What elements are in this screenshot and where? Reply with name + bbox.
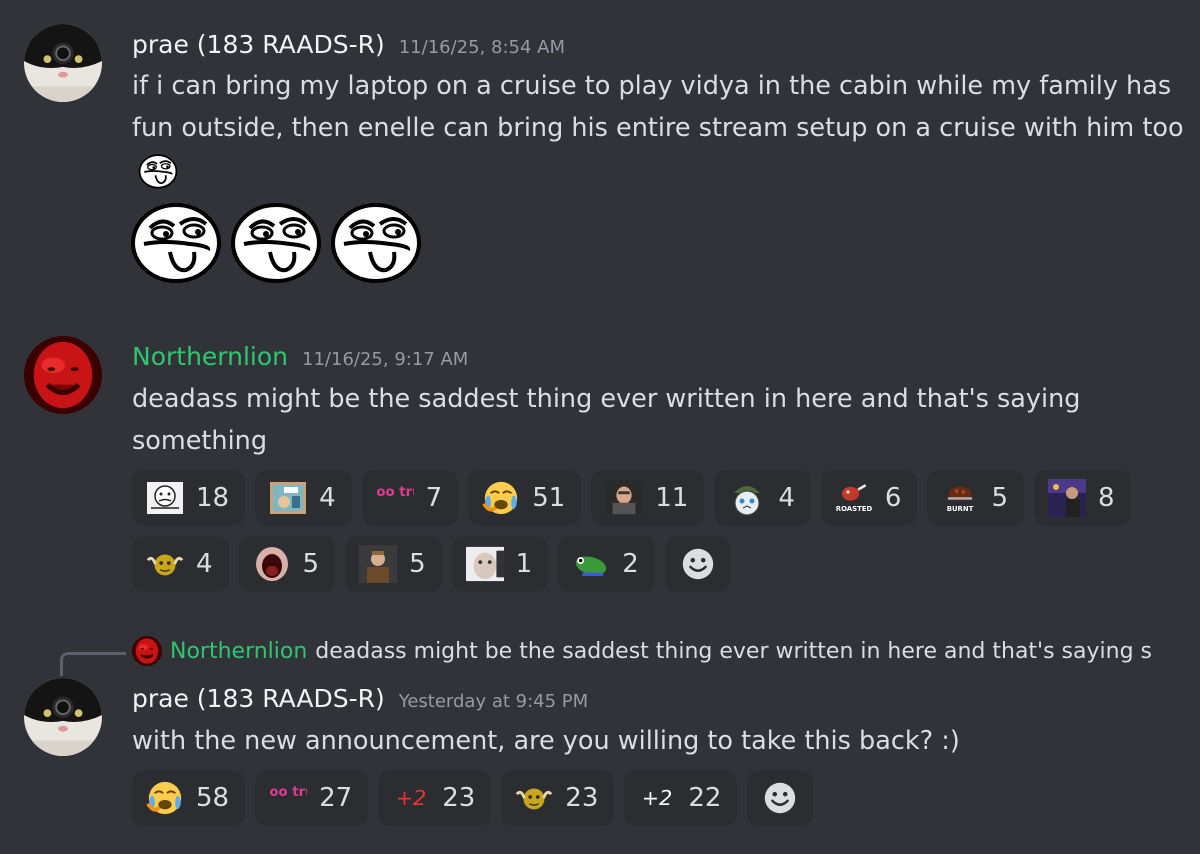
reaction-blurry-face[interactable]: 1	[451, 536, 549, 592]
user-avatar[interactable]	[24, 336, 102, 414]
reaction-sooo-true[interactable]: sooo true 7	[361, 470, 459, 526]
plus-two-red-emoji-icon: +2	[392, 779, 430, 817]
reaction-sooo-true[interactable]: sooo true 27	[255, 770, 369, 826]
reaction-count: 4	[778, 483, 795, 513]
man-portrait-emoji-icon	[359, 545, 398, 583]
reaction-man-portrait[interactable]: 5	[345, 536, 442, 592]
username[interactable]: prae (183 RAADS-R)	[132, 684, 385, 713]
message-text: deadass might be the saddest thing ever …	[132, 384, 1081, 456]
reaction-count: 5	[302, 549, 320, 579]
smug-face-emoji-icon[interactable]	[330, 200, 422, 284]
concert-photo-emoji-icon	[1048, 479, 1087, 517]
user-avatar[interactable]	[24, 678, 102, 756]
emoji-label: +2	[642, 786, 673, 810]
reaction-concert-photo[interactable]: 8	[1034, 470, 1131, 526]
plus-two-white-emoji-icon: +2	[638, 779, 676, 817]
reaction-count: 27	[319, 783, 353, 813]
reaction-count: 5	[409, 549, 426, 579]
reaction-count: 23	[565, 783, 599, 813]
roasted-meat-emoji-icon: ROASTED	[835, 479, 873, 517]
smug-face-emoji-icon[interactable]	[230, 200, 322, 284]
reaction-count: 7	[425, 483, 443, 513]
message-header: Northernlion 11/16/25, 9:17 AM	[132, 342, 468, 371]
frog-emoji-icon	[572, 545, 610, 583]
reaction-screaming-mouth[interactable]: 5	[238, 536, 336, 592]
reaction-count: 8	[1098, 483, 1115, 513]
reaction-roasted[interactable]: ROASTED 6	[820, 470, 918, 526]
reaction-crying-face[interactable]: 51	[468, 470, 582, 526]
reaction-count: 5	[991, 483, 1009, 513]
reaction-flexing-face[interactable]: 4	[132, 536, 229, 592]
reaction-frog[interactable]: 2	[558, 536, 655, 592]
message-content: if i can bring my laptop on a cruise to …	[132, 65, 1192, 191]
reaction-bar: 18 4 sooo true 7 51 11	[132, 470, 1192, 592]
reaction-count: 18	[196, 483, 230, 513]
reply-text[interactable]: deadass might be the saddest thing ever …	[315, 639, 1152, 664]
reaction-count: 1	[515, 549, 533, 579]
message-text: with the new announcement, are you willi…	[132, 726, 960, 756]
reaction-flexing-face[interactable]: 23	[501, 770, 615, 826]
screaming-mouth-emoji-icon	[253, 545, 291, 583]
reaction-count: 51	[532, 483, 566, 513]
add-reaction-button[interactable]	[664, 536, 731, 592]
timestamp[interactable]: Yesterday at 9:45 PM	[399, 691, 588, 712]
real-comic-emoji-icon	[269, 479, 307, 517]
message-text: if i can bring my laptop on a cruise to …	[132, 71, 1184, 143]
user-avatar[interactable]	[24, 24, 102, 102]
reaction-bar: 58 sooo true 27 +2 23 23 +2 22	[132, 770, 1192, 826]
streamer-face-emoji-icon	[605, 479, 644, 517]
reply-connector	[60, 652, 126, 676]
message-header: prae (183 RAADS-R) 11/16/25, 8:54 AM	[132, 30, 565, 59]
reaction-count: 23	[442, 783, 476, 813]
reaction-count: 11	[655, 483, 689, 513]
reaction-count: 22	[688, 783, 722, 813]
message-content: deadass might be the saddest thing ever …	[132, 378, 1132, 462]
blurry-face-emoji-icon	[465, 545, 504, 583]
smug-pepe-face-emoji-icon[interactable]	[136, 153, 180, 189]
reaction-count: 6	[884, 483, 902, 513]
add-reaction-smiley-icon	[761, 779, 799, 817]
reaction-count: 4	[196, 549, 213, 579]
burnt-turkey-emoji-icon: BURNT	[941, 479, 979, 517]
reply-reference[interactable]: Northernlion deadass might be the saddes…	[132, 636, 1187, 666]
reaction-rage-comic[interactable]: 18	[132, 470, 246, 526]
add-reaction-smiley-icon	[679, 545, 717, 583]
emoji-label: ROASTED	[836, 505, 873, 513]
reaction-burnt[interactable]: BURNT 5	[927, 470, 1025, 526]
timestamp[interactable]: 11/16/25, 8:54 AM	[399, 37, 565, 58]
smug-face-emoji-icon[interactable]	[130, 200, 222, 284]
reaction-real-comic[interactable]: 4	[255, 470, 352, 526]
big-emoji-row	[130, 200, 422, 284]
message-content: with the new announcement, are you willi…	[132, 720, 1192, 762]
message-header: prae (183 RAADS-R) Yesterday at 9:45 PM	[132, 684, 588, 713]
username[interactable]: Northernlion	[132, 342, 288, 371]
reaction-soldier-cat[interactable]: 4	[714, 470, 811, 526]
username[interactable]: prae (183 RAADS-R)	[132, 30, 385, 59]
emoji-label: +2	[396, 786, 427, 810]
soldier-cat-emoji-icon	[728, 479, 766, 517]
reaction-count: 2	[622, 549, 639, 579]
reaction-plus-two-red[interactable]: +2 23	[378, 770, 492, 826]
reaction-count: 4	[319, 483, 336, 513]
sooo-true-emoji-icon: sooo true	[376, 479, 414, 517]
timestamp[interactable]: 11/16/25, 9:17 AM	[302, 349, 468, 370]
emoji-label: sooo true	[376, 485, 414, 500]
reply-avatar	[132, 636, 162, 666]
reaction-plus-two-white[interactable]: +2 22	[624, 770, 738, 826]
flexing-face-emoji-icon	[146, 545, 184, 583]
crying-face-emoji-icon	[482, 479, 520, 517]
emoji-label: BURNT	[947, 505, 974, 513]
add-reaction-button[interactable]	[747, 770, 814, 826]
flexing-face-emoji-icon	[515, 779, 553, 817]
reaction-count: 58	[196, 783, 230, 813]
rage-comic-emoji-icon	[146, 479, 184, 517]
reaction-crying-face[interactable]: 58	[132, 770, 246, 826]
sooo-true-emoji-icon: sooo true	[269, 779, 307, 817]
crying-face-emoji-icon	[146, 779, 184, 817]
reply-username[interactable]: Northernlion	[170, 639, 307, 664]
reaction-streamer-face[interactable]: 11	[591, 470, 705, 526]
emoji-label: sooo true	[269, 785, 307, 800]
